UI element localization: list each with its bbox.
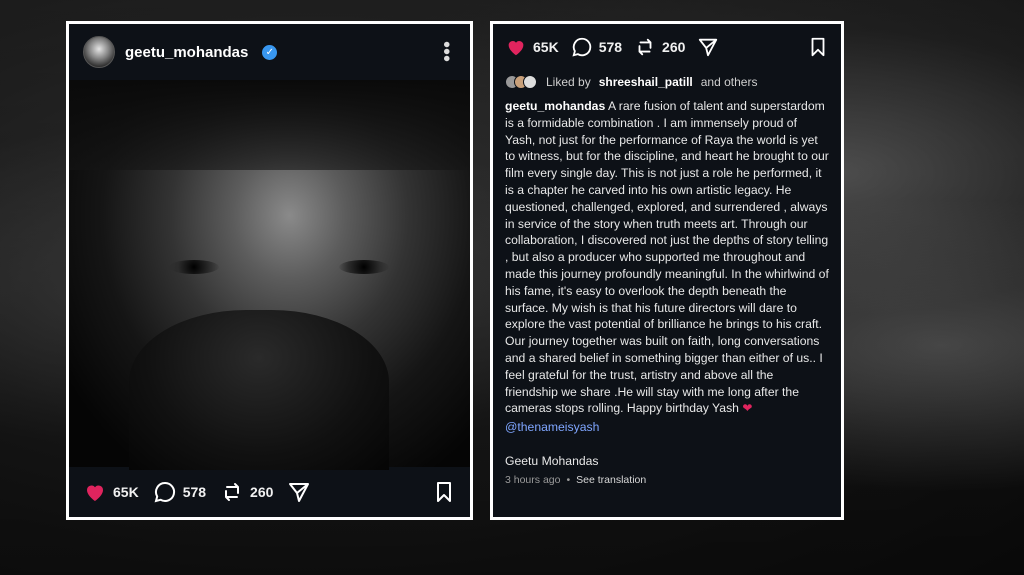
liked-by-suffix[interactable]: and others [701, 75, 758, 89]
meta-separator: • [566, 473, 571, 486]
liked-by-user[interactable]: shreeshail_patill [599, 75, 693, 89]
more-options-icon[interactable]: ••• [435, 41, 457, 62]
comment-button[interactable]: 578 [153, 480, 206, 504]
repost-icon [225, 483, 240, 501]
repost-count: 260 [250, 484, 274, 500]
heart-icon [87, 485, 103, 501]
post-header: geetu_mohandas ✓ ••• [69, 24, 470, 80]
liker-avatars [505, 75, 537, 89]
comment-button[interactable]: 578 [571, 36, 622, 58]
avatar[interactable] [83, 36, 115, 68]
repost-button[interactable]: 260 [634, 36, 685, 58]
mention-link[interactable]: @thenameisyash [505, 419, 829, 436]
comment-count: 578 [182, 484, 207, 500]
share-button[interactable] [287, 480, 311, 504]
heart-emoji: ❤ [742, 401, 753, 416]
post-meta: 3 hours ago • See translation [493, 468, 841, 486]
caption-actions-bar: 65K 578 260 [493, 24, 841, 70]
caption-body: A rare fusion of talent and superstardom… [505, 99, 829, 416]
caption-signature: Geetu Mohandas [505, 453, 599, 468]
like-button[interactable]: 65K [505, 36, 559, 58]
save-button[interactable] [807, 36, 829, 58]
repost-button[interactable]: 260 [220, 480, 273, 504]
send-icon [289, 483, 310, 502]
post-actions-bar: 65K 578 260 [69, 467, 470, 517]
post-image-card: geetu_mohandas ✓ ••• 65K 578 260 [66, 21, 473, 520]
like-count: 65K [113, 484, 139, 500]
see-translation-link[interactable]: See translation [576, 474, 646, 486]
send-icon [699, 38, 718, 57]
post-time: 3 hours ago [505, 473, 561, 486]
verified-badge-icon: ✓ [262, 44, 278, 60]
photo-eye-right [339, 260, 389, 274]
bookmark-icon [811, 37, 825, 57]
post-username[interactable]: geetu_mohandas [125, 44, 248, 61]
photo-shadow [69, 80, 470, 170]
post-photo[interactable] [69, 80, 470, 470]
bookmark-icon [437, 482, 451, 502]
repost-count: 260 [662, 39, 686, 55]
photo-beard [129, 310, 389, 470]
liked-by-prefix: Liked by [546, 75, 591, 89]
save-button[interactable] [432, 480, 456, 504]
repost-icon [638, 38, 652, 56]
caption-text: geetu_mohandas A rare fusion of talent a… [493, 94, 841, 436]
comment-icon [572, 37, 591, 57]
heart-icon [508, 41, 524, 56]
liked-by-row[interactable]: Liked by shreeshail_patill and others [493, 70, 841, 94]
caption-username[interactable]: geetu_mohandas [505, 99, 605, 113]
post-caption-card: 65K 578 260 Liked by shreeshail_patill a… [490, 21, 844, 520]
like-count: 65K [533, 39, 559, 55]
comment-count: 578 [598, 39, 623, 55]
share-button[interactable] [697, 36, 719, 58]
like-button[interactable]: 65K [83, 480, 139, 504]
comment-icon [154, 481, 175, 503]
photo-eye-left [169, 260, 219, 274]
